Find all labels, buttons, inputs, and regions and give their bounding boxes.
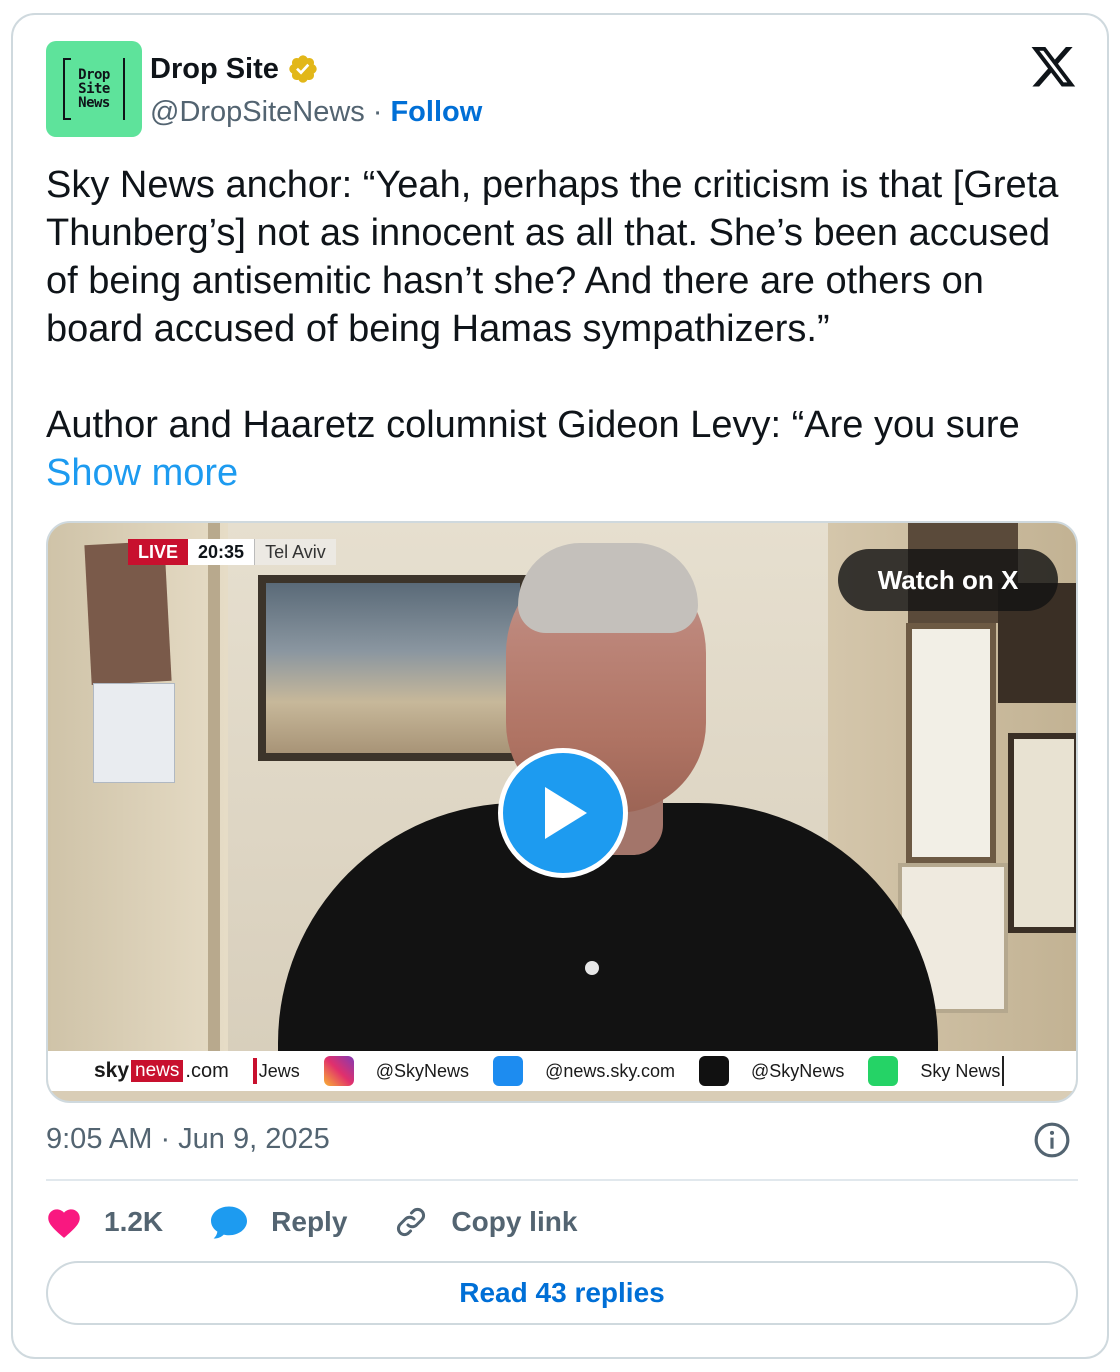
separator-dot: · <box>372 95 383 128</box>
action-bar: 1.2K Reply Copy link <box>46 1201 623 1243</box>
ticker-item: @SkyNews <box>699 1056 844 1086</box>
news-logo-text: news <box>131 1060 184 1082</box>
ticker-item: Sky News <box>868 1056 1005 1086</box>
dotcom-text: .com <box>185 1059 229 1082</box>
author-name-row: Drop Site <box>150 51 319 87</box>
show-more-link[interactable]: Show more <box>46 452 238 494</box>
wall-poster <box>93 683 175 783</box>
ticker-end-bar <box>1002 1056 1005 1086</box>
news-ticker: sky news .com Jews @SkyNews @news.sky.co… <box>48 1051 1076 1091</box>
like-button[interactable]: 1.2K <box>46 1205 163 1239</box>
live-banner: LIVE 20:35 Tel Aviv <box>128 539 336 565</box>
read-replies-button[interactable]: Read 43 replies <box>46 1261 1078 1325</box>
live-location: Tel Aviv <box>254 539 336 565</box>
reply-bubble-icon <box>211 1206 248 1239</box>
tiktok-icon <box>699 1056 730 1086</box>
follow-button[interactable]: Follow <box>390 96 482 129</box>
x-logo-icon[interactable] <box>1031 47 1077 89</box>
avatar[interactable]: Drop Site News <box>46 41 142 137</box>
avatar-text-line: Site <box>78 81 110 97</box>
video-background <box>208 523 220 1053</box>
avatar-logo: Drop Site News <box>63 58 125 120</box>
tweet-timestamp[interactable]: 9:05 AM · Jun 9, 2025 <box>46 1119 330 1159</box>
watch-on-x-button[interactable]: Watch on X <box>838 549 1058 611</box>
heart-icon <box>48 1209 80 1238</box>
tweet-paragraph: Sky News anchor: “Yeah, perhaps the crit… <box>46 164 1059 350</box>
ticker-item: @news.sky.com <box>493 1056 675 1086</box>
sky-logo-text: sky <box>94 1059 130 1082</box>
info-icon[interactable] <box>1033 1121 1071 1159</box>
live-time: 20:35 <box>188 539 255 565</box>
ticker-item: Jews <box>252 1058 300 1084</box>
wall-frame <box>1008 733 1076 933</box>
reply-button[interactable]: Reply <box>209 1204 347 1240</box>
like-count: 1.2K <box>104 1206 164 1237</box>
tweet-paragraph: Author and Haaretz columnist Gideon Levy… <box>46 401 1086 497</box>
ticker-text: @news.sky.com <box>545 1060 676 1081</box>
ticker-red-bar <box>252 1058 257 1084</box>
whatsapp-icon <box>868 1056 899 1086</box>
avatar-text-line: News <box>78 95 110 111</box>
instagram-icon <box>323 1056 354 1086</box>
verified-badge-icon <box>289 55 317 83</box>
ticker-text: Jews <box>258 1060 300 1081</box>
divider <box>46 1179 1078 1181</box>
wall-frame <box>906 623 996 863</box>
avatar-text-line: Drop <box>78 67 110 83</box>
ticker-text: @SkyNews <box>751 1060 845 1081</box>
video-person <box>518 543 698 633</box>
play-button[interactable] <box>498 748 628 878</box>
tweet-paragraph-text: Author and Haaretz columnist Gideon Levy… <box>46 404 1020 446</box>
video-person <box>585 961 599 975</box>
tweet-text: Sky News anchor: “Yeah, perhaps the crit… <box>46 161 1086 497</box>
tweet-card: Drop Site News Drop Site @DropSiteNews ·… <box>11 13 1109 1359</box>
sky-news-logo: sky news .com <box>94 1059 229 1083</box>
ticker-item: @SkyNews <box>323 1056 470 1086</box>
copy-link-button[interactable]: Copy link <box>393 1204 577 1240</box>
author-name[interactable]: Drop Site <box>150 53 279 86</box>
video-player[interactable]: LIVE 20:35 Tel Aviv Watch on X sky news … <box>46 521 1078 1103</box>
wall-painting <box>258 575 528 761</box>
author-handle[interactable]: @DropSiteNews <box>150 96 365 129</box>
ticker-text: @SkyNews <box>375 1060 470 1081</box>
reply-label: Reply <box>271 1206 348 1237</box>
link-icon <box>397 1208 426 1236</box>
copy-link-label: Copy link <box>451 1206 578 1237</box>
author-handle-row: @DropSiteNews · Follow <box>150 93 482 131</box>
bluesky-icon <box>493 1056 524 1086</box>
play-icon <box>545 787 587 839</box>
live-label: LIVE <box>128 539 189 565</box>
ticker-text: Sky News <box>920 1060 1001 1081</box>
